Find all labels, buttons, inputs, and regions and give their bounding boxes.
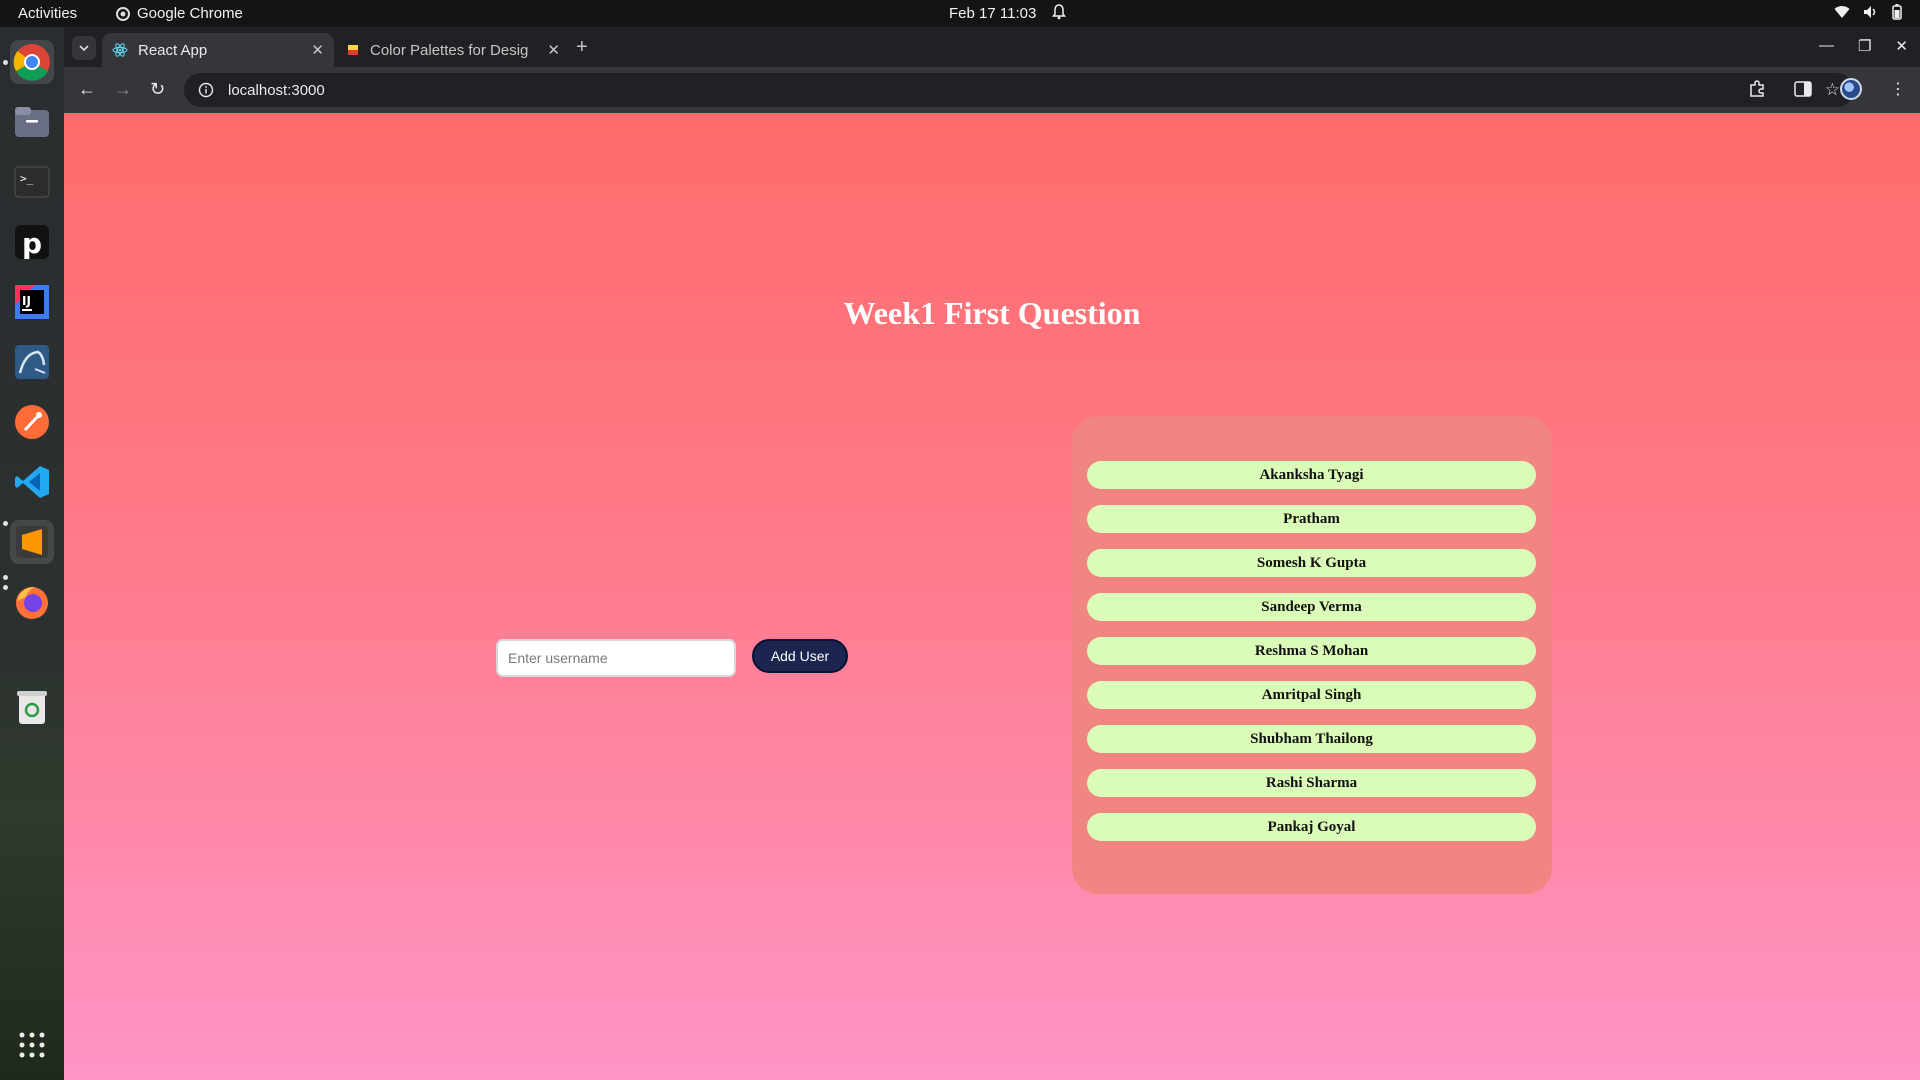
running-indicator	[3, 585, 8, 590]
wifi-icon	[1834, 6, 1850, 19]
tab-title: React App	[138, 41, 208, 59]
svg-text:>_: >_	[20, 172, 34, 185]
system-status-area[interactable]	[1834, 4, 1902, 20]
sublime-text-icon[interactable]	[10, 520, 54, 564]
restore-icon[interactable]: ❐	[1858, 37, 1871, 55]
list-item: Pratham	[1087, 505, 1536, 533]
extensions-puzzle-icon[interactable]	[1748, 80, 1766, 98]
close-window-icon[interactable]: ✕	[1895, 37, 1908, 55]
list-item: Pankaj Goyal	[1087, 813, 1536, 841]
list-item: Reshma S Mohan	[1087, 637, 1536, 665]
address-bar[interactable]: localhost:3000 ☆	[184, 73, 1854, 107]
palette-favicon-icon	[348, 45, 358, 55]
list-item: Somesh K Gupta	[1087, 549, 1536, 577]
clock[interactable]: Feb 17 11:03	[949, 5, 1036, 22]
window-controls: — ❐ ✕	[1819, 37, 1908, 55]
tab-search-button[interactable]	[72, 36, 96, 60]
new-tab-button[interactable]: +	[576, 37, 588, 57]
list-item: Amritpal Singh	[1087, 681, 1536, 709]
list-item: Akanksha Tyagi	[1087, 461, 1536, 489]
site-info-icon[interactable]	[198, 82, 214, 98]
add-user-button[interactable]: Add User	[752, 639, 848, 673]
user-list-panel: Akanksha Tyagi Pratham Somesh K Gupta Sa…	[1072, 416, 1552, 894]
postman-icon[interactable]	[10, 400, 54, 444]
profile-avatar[interactable]	[1840, 78, 1862, 100]
pycharm-icon[interactable]: p	[10, 220, 54, 264]
svg-text:p: p	[22, 227, 42, 260]
running-indicator	[3, 521, 8, 526]
intellij-icon[interactable]: IJ	[10, 280, 54, 324]
running-indicator	[3, 575, 8, 580]
app-menu[interactable]: Google Chrome	[116, 5, 243, 22]
username-input[interactable]	[496, 639, 736, 677]
notification-bell-icon[interactable]	[1052, 4, 1066, 24]
chrome-icon[interactable]	[10, 40, 54, 84]
firefox-icon[interactable]	[10, 580, 54, 624]
tab-strip: React App ✕ Color Palettes for Desig ✕ +…	[64, 27, 1920, 67]
files-icon[interactable]	[10, 100, 54, 144]
url-text: localhost:3000	[228, 81, 325, 99]
battery-icon	[1892, 4, 1902, 20]
back-arrow-icon[interactable]: ←	[78, 78, 96, 100]
minimize-icon[interactable]: —	[1819, 37, 1834, 55]
toolbar-actions: ⋮	[1748, 78, 1906, 100]
trash-icon[interactable]	[10, 685, 54, 729]
browser-toolbar: ← → ↻ localhost:3000 ☆ ⋮	[64, 67, 1920, 113]
dock: >_ p IJ	[0, 27, 64, 1080]
tab-title: Color Palettes for Desig	[370, 41, 529, 59]
system-top-bar: Activities Google Chrome Feb 17 11:03	[0, 0, 1920, 27]
list-item: Sandeep Verma	[1087, 593, 1536, 621]
tab-color-palettes[interactable]: Color Palettes for Desig ✕	[336, 33, 570, 67]
activities-button[interactable]: Activities	[18, 5, 77, 22]
react-favicon-icon	[112, 43, 128, 57]
forward-arrow-icon[interactable]: →	[114, 78, 132, 100]
mysql-workbench-icon[interactable]	[10, 340, 54, 384]
volume-icon	[1864, 6, 1876, 18]
terminal-icon[interactable]: >_	[10, 160, 54, 204]
vscode-icon[interactable]	[10, 460, 54, 504]
side-panel-icon[interactable]	[1794, 81, 1812, 97]
tab-react-app[interactable]: React App ✕	[102, 33, 334, 67]
browser-window: React App ✕ Color Palettes for Desig ✕ +…	[64, 27, 1920, 113]
app-name: Google Chrome	[137, 5, 243, 22]
app-grid-icon[interactable]	[10, 1023, 54, 1067]
svg-text:IJ: IJ	[22, 294, 31, 308]
page-title: Week1 First Question	[843, 295, 1141, 331]
chrome-menu-icon[interactable]: ⋮	[1890, 79, 1906, 99]
running-indicator	[3, 60, 8, 65]
page-content: Week1 First Question Add User Akanksha T…	[64, 113, 1920, 1080]
close-tab-icon[interactable]: ✕	[547, 41, 560, 59]
list-item: Rashi Sharma	[1087, 769, 1536, 797]
chrome-small-icon	[116, 6, 130, 21]
reload-icon[interactable]: ↻	[150, 78, 165, 100]
close-tab-icon[interactable]: ✕	[311, 41, 324, 59]
chevron-down-icon	[79, 45, 89, 51]
list-item: Shubham Thailong	[1087, 725, 1536, 753]
